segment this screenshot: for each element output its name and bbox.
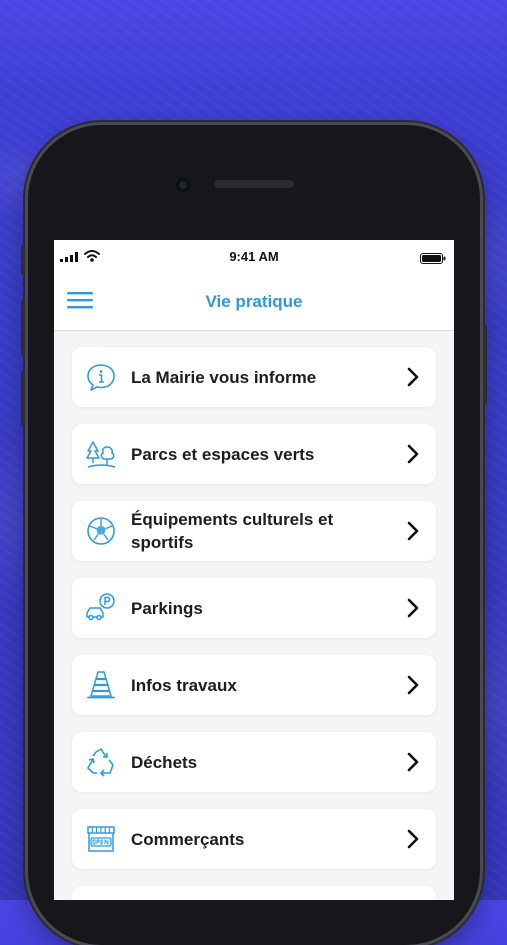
list-item-partial[interactable]	[72, 886, 436, 900]
chevron-right-icon	[407, 598, 419, 618]
battery-icon	[420, 253, 446, 264]
recycle-icon	[87, 748, 114, 777]
list-item-label: Parkings	[131, 598, 203, 618]
list-item-mairie-informe[interactable]: La Mairie vous informe	[72, 347, 436, 407]
list-item-infos-travaux[interactable]: Infos travaux	[72, 655, 436, 715]
list-item-parcs-espaces-verts[interactable]: Parcs et espaces verts	[72, 424, 436, 484]
power-button	[483, 325, 487, 405]
status-bar: 9:41 AM	[54, 240, 454, 274]
earpiece-speaker	[214, 180, 294, 188]
page-title: Vie pratique	[205, 292, 303, 311]
list-item-parkings[interactable]: Parkings	[72, 578, 436, 638]
list-item-label: Équipements culturels et sportifs	[131, 510, 334, 552]
volume-up-button	[21, 300, 25, 356]
shop-icon	[87, 826, 115, 852]
soccer-ball-icon	[87, 517, 115, 545]
status-time: 9:41 AM	[229, 249, 279, 264]
list-item-label: Déchets	[131, 752, 198, 772]
list-item-equipements[interactable]: Équipements culturels et sportifs	[72, 501, 436, 561]
list-item-label: La Mairie vous informe	[131, 367, 317, 387]
list-item-label: Parcs et espaces verts	[131, 444, 315, 464]
info-bubble-icon	[87, 364, 115, 391]
mute-switch	[21, 245, 25, 275]
volume-down-button	[21, 370, 25, 426]
chevron-right-icon	[407, 521, 419, 541]
chevron-right-icon	[407, 444, 419, 464]
trees-icon	[86, 441, 116, 468]
navigation-bar: Vie pratique	[54, 274, 454, 331]
chevron-right-icon	[407, 752, 419, 772]
chevron-right-icon	[407, 675, 419, 695]
chevron-right-icon	[407, 829, 419, 849]
list-item-dechets[interactable]: Déchets	[72, 732, 436, 792]
list-item-label: Infos travaux	[131, 675, 237, 695]
chevron-right-icon	[407, 367, 419, 387]
app-screen: 9:41 AM Vie pratique La Mairie vous info…	[54, 240, 454, 900]
list-item-commercants[interactable]: Commerçants	[72, 809, 436, 869]
car-parking-icon	[86, 593, 115, 621]
front-camera	[176, 178, 190, 192]
list-item-label: Commerçants	[131, 829, 245, 849]
traffic-cone-icon	[87, 671, 115, 699]
